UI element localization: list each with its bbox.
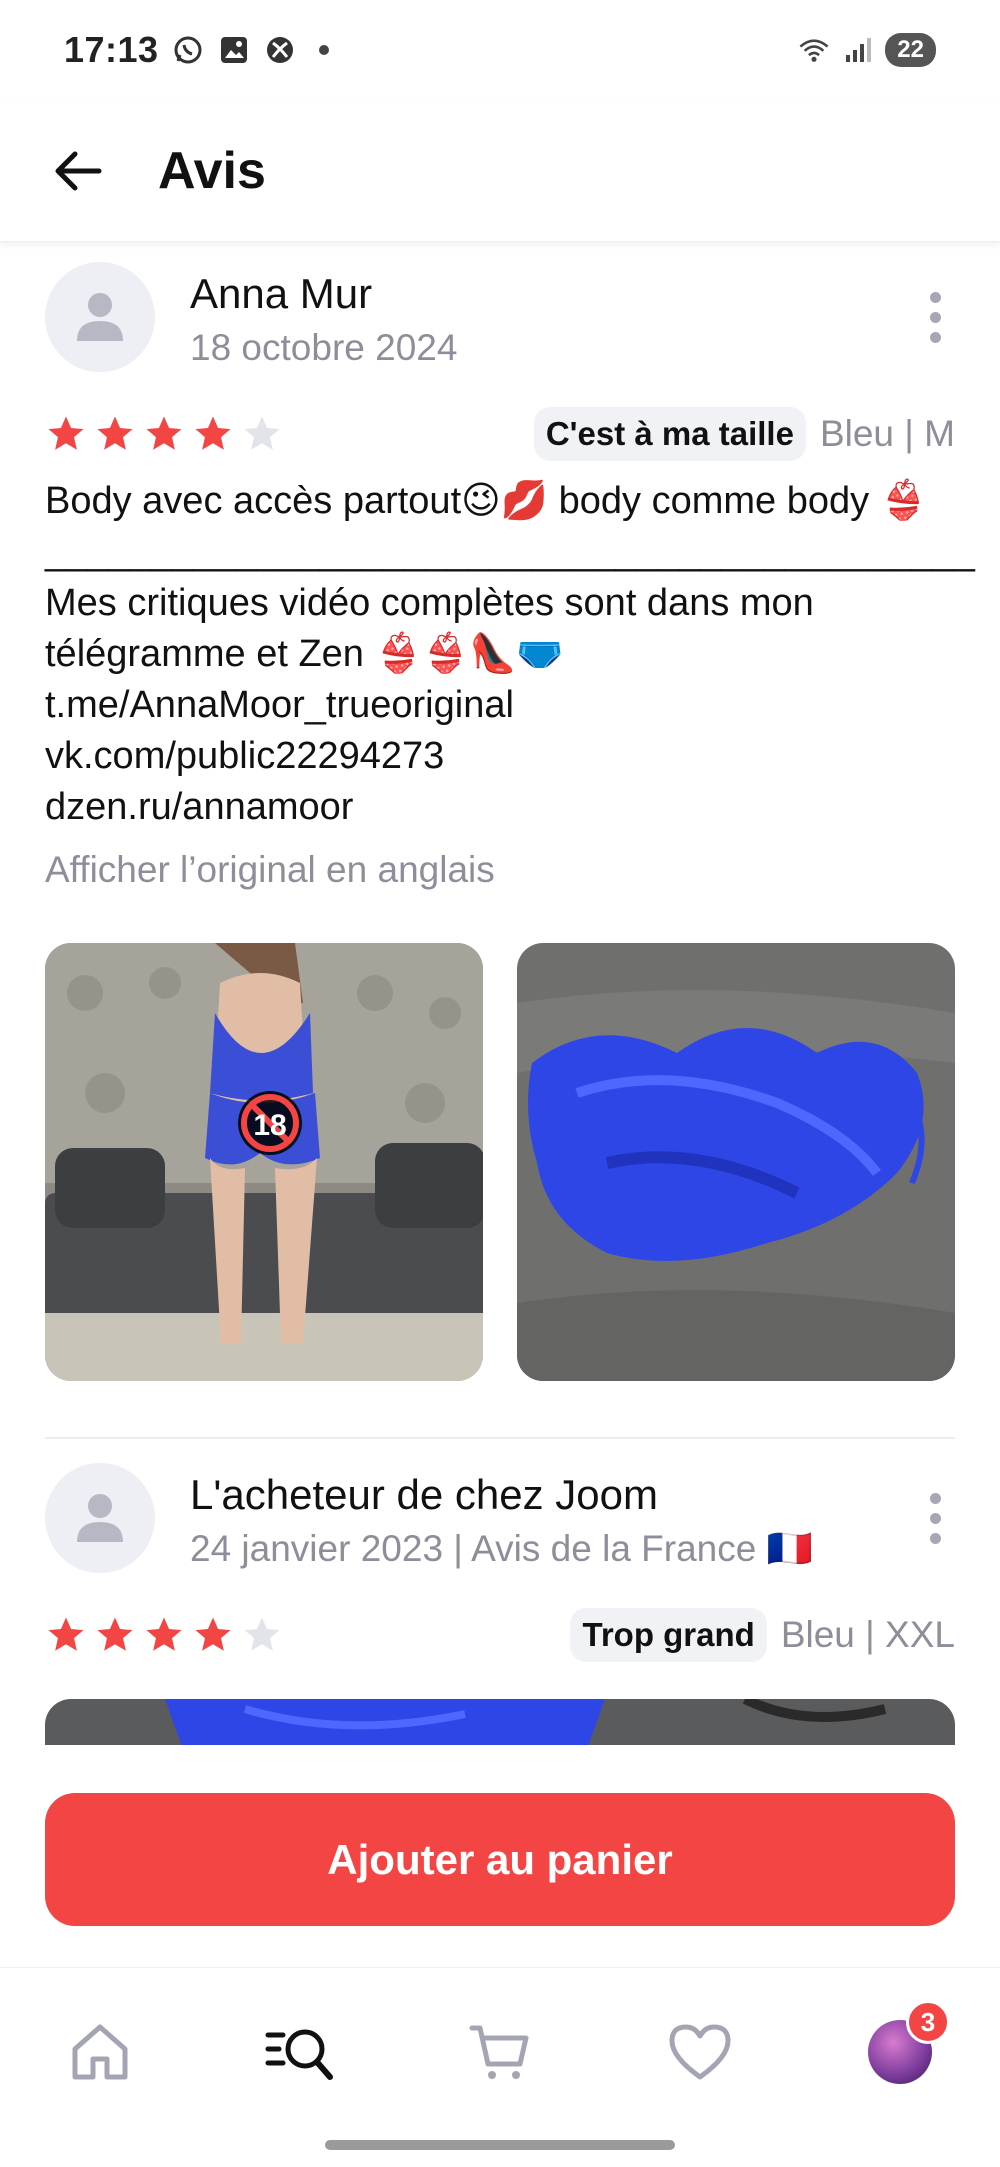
home-indicator[interactable] <box>325 2140 675 2150</box>
review-photos: 18 <box>45 943 955 1381</box>
bottom-nav: 3 <box>0 1967 1000 2167</box>
star-rating <box>45 413 283 455</box>
user-placeholder-icon <box>77 293 123 341</box>
review-author: Anna Mur <box>190 270 373 317</box>
whatsapp-icon <box>171 33 205 67</box>
wifi-icon <box>797 33 831 67</box>
status-time: 17:13 <box>64 29 159 70</box>
review-date: 18 octobre 2024 <box>190 327 458 368</box>
signal-icon <box>841 33 875 67</box>
star-icon <box>48 1617 84 1651</box>
star-empty-icon <box>244 1617 280 1651</box>
home-icon <box>72 2024 128 2080</box>
avatar <box>45 262 155 372</box>
notification-dot-icon <box>318 45 329 55</box>
review-divider <box>45 1437 955 1439</box>
star-icon <box>146 1617 182 1651</box>
battery-indicator: 22 <box>885 33 936 67</box>
variant-label: Bleu | XXL <box>780 1614 955 1655</box>
nav-profile[interactable]: 3 <box>860 2000 950 2092</box>
gallery-icon <box>217 33 251 67</box>
variant-label: Bleu | M <box>819 413 955 454</box>
nav-home[interactable] <box>60 2012 140 2092</box>
heart-icon <box>669 2024 731 2080</box>
star-icon <box>48 416 84 450</box>
user-placeholder-icon <box>77 1494 123 1542</box>
arrow-left-icon <box>55 151 102 190</box>
nav-search[interactable] <box>260 2012 340 2092</box>
star-icon <box>97 416 133 450</box>
review-date: 24 janvier 2023 | Avis de la France 🇫🇷 <box>190 1528 813 1569</box>
status-bar: 17:13 22 <box>0 0 1000 100</box>
star-empty-icon <box>244 416 280 450</box>
cart-area: Ajouter au panier <box>0 1745 1000 1967</box>
app-header: Avis <box>0 100 1000 242</box>
star-icon <box>195 416 231 450</box>
review-author: L'acheteur de chez Joom <box>190 1471 658 1518</box>
review-photo[interactable]: 18 <box>45 943 483 1381</box>
fit-badge: C'est à ma taille <box>533 407 806 461</box>
review-card: L'acheteur de chez Joom 24 janvier 2023 … <box>45 1463 955 1755</box>
star-icon <box>146 416 182 450</box>
review-text: Body avec accès partout😉💋 body comme bod… <box>45 480 975 828</box>
star-rating <box>45 1614 283 1656</box>
nav-favorites[interactable] <box>660 2012 740 2092</box>
show-original-link[interactable]: Afficher l’original en anglais <box>45 849 955 891</box>
review-card: Anna Mur 18 octobre 2024 C'est à ma tail… <box>45 262 975 1381</box>
fit-badge: Trop grand <box>570 1608 767 1662</box>
page-title: Avis <box>158 141 266 200</box>
cart-icon <box>469 2025 529 2079</box>
star-icon <box>97 1617 133 1651</box>
avatar <box>45 1463 155 1573</box>
back-button[interactable] <box>46 139 110 203</box>
notification-badge: 3 <box>906 2000 950 2044</box>
more-options-button[interactable] <box>915 1463 955 1573</box>
review-photo[interactable] <box>517 943 955 1381</box>
xbox-icon <box>263 33 297 67</box>
more-options-button[interactable] <box>915 262 955 372</box>
nav-cart[interactable] <box>460 2012 540 2092</box>
age-restriction-badge: 18 <box>253 1109 286 1142</box>
star-icon <box>195 1617 231 1651</box>
add-to-cart-button[interactable]: Ajouter au panier <box>45 1793 955 1926</box>
search-catalog-icon <box>265 2029 333 2080</box>
